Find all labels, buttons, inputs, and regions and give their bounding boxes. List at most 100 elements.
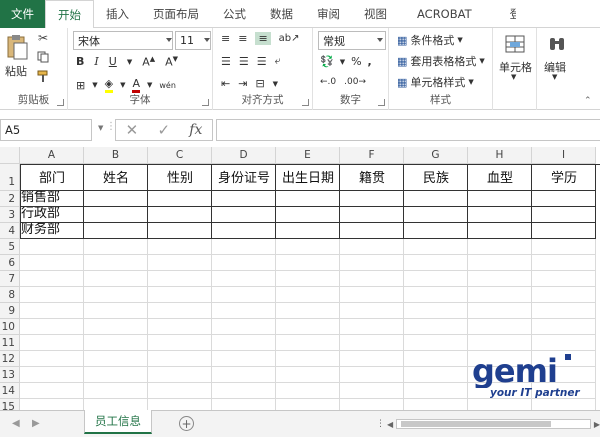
cell-d5[interactable] bbox=[212, 239, 276, 255]
cell-g12[interactable] bbox=[404, 351, 468, 367]
column-header-f[interactable]: F bbox=[340, 147, 404, 164]
chevron-down-icon[interactable]: ▼ bbox=[340, 58, 345, 66]
cell-f14[interactable] bbox=[340, 383, 404, 399]
tab-login[interactable]: 登 bbox=[496, 0, 516, 28]
cell-f8[interactable] bbox=[340, 287, 404, 303]
row-header-5[interactable]: 5 bbox=[0, 239, 20, 255]
wrap-text-icon[interactable]: ⤶ bbox=[275, 54, 281, 68]
cell-f4[interactable] bbox=[340, 223, 404, 239]
tab-file[interactable]: 文件 bbox=[0, 0, 45, 28]
cell-c1[interactable]: 性别 bbox=[148, 164, 212, 191]
cell-i6[interactable] bbox=[532, 255, 596, 271]
cell-h6[interactable] bbox=[468, 255, 532, 271]
align-top-icon[interactable]: ≡ bbox=[221, 32, 230, 45]
chevron-down-icon[interactable]: ▼ bbox=[92, 81, 97, 89]
scroll-thumb[interactable] bbox=[401, 421, 552, 427]
cell-e13[interactable] bbox=[276, 367, 340, 383]
merge-center-icon[interactable]: ⊟ bbox=[255, 77, 264, 90]
cell-a9[interactable] bbox=[20, 303, 84, 319]
cell-a13[interactable] bbox=[20, 367, 84, 383]
prev-sheet-icon[interactable]: ◀ bbox=[12, 418, 20, 429]
align-center-icon[interactable]: ☰ bbox=[239, 55, 249, 68]
cell-d15[interactable] bbox=[212, 399, 276, 410]
cell-c10[interactable] bbox=[148, 319, 212, 335]
row-header-10[interactable]: 10 bbox=[0, 319, 20, 335]
cell-c9[interactable] bbox=[148, 303, 212, 319]
chevron-down-icon[interactable]: ▼ bbox=[147, 81, 152, 89]
underline-icon[interactable]: U bbox=[109, 55, 117, 68]
cell-b11[interactable] bbox=[84, 335, 148, 351]
cell-b4[interactable] bbox=[84, 223, 148, 239]
align-bottom-icon[interactable]: ≡ bbox=[255, 32, 271, 45]
select-all-corner[interactable] bbox=[0, 147, 20, 164]
cell-b3[interactable] bbox=[84, 207, 148, 223]
cell-h4[interactable] bbox=[468, 223, 532, 239]
cell-g15[interactable] bbox=[404, 399, 468, 410]
cell-e8[interactable] bbox=[276, 287, 340, 303]
cell-h8[interactable] bbox=[468, 287, 532, 303]
sheet-tab-employee-info[interactable]: 员工信息 bbox=[84, 410, 152, 434]
tab-acrobat[interactable]: ACROBAT bbox=[399, 0, 496, 28]
fill-color-icon[interactable]: ◈ bbox=[104, 77, 114, 93]
chevron-down-icon[interactable]: ▼ bbox=[511, 73, 516, 81]
cell-styles-button[interactable]: ▦ 单元格样式 ▼ bbox=[397, 74, 474, 90]
cell-h1[interactable]: 血型 bbox=[468, 164, 532, 191]
cell-a1[interactable]: 部门 bbox=[20, 164, 84, 191]
cell-i7[interactable] bbox=[532, 271, 596, 287]
cell-f15[interactable] bbox=[340, 399, 404, 410]
cell-c6[interactable] bbox=[148, 255, 212, 271]
cell-c11[interactable] bbox=[148, 335, 212, 351]
cell-e14[interactable] bbox=[276, 383, 340, 399]
column-header-h[interactable]: H bbox=[468, 147, 532, 164]
chevron-down-icon[interactable]: ▼ bbox=[273, 80, 278, 88]
cell-a7[interactable] bbox=[20, 271, 84, 287]
row-header-7[interactable]: 7 bbox=[0, 271, 20, 287]
row-header-4[interactable]: 4 bbox=[0, 223, 20, 239]
row-header-13[interactable]: 13 bbox=[0, 367, 20, 383]
font-name-dropdown-icon[interactable] bbox=[166, 38, 172, 42]
orientation-icon[interactable]: ab↗ bbox=[279, 33, 300, 44]
cell-e4[interactable] bbox=[276, 223, 340, 239]
cell-a10[interactable] bbox=[20, 319, 84, 335]
cell-b12[interactable] bbox=[84, 351, 148, 367]
cell-i11[interactable] bbox=[532, 335, 596, 351]
cell-e5[interactable] bbox=[276, 239, 340, 255]
cell-i4[interactable] bbox=[532, 223, 596, 239]
next-sheet-icon[interactable]: ▶ bbox=[32, 418, 40, 429]
cell-h11[interactable] bbox=[468, 335, 532, 351]
tab-data[interactable]: 数据 bbox=[258, 0, 305, 28]
conditional-format-button[interactable]: ▦ 条件格式 ▼ bbox=[397, 32, 463, 48]
font-color-icon[interactable]: A bbox=[132, 77, 140, 93]
font-name-select[interactable]: 宋体 bbox=[73, 31, 173, 50]
percent-icon[interactable]: % bbox=[351, 55, 361, 68]
number-format-select[interactable]: 常规 bbox=[318, 31, 386, 50]
cell-a5[interactable] bbox=[20, 239, 84, 255]
cell-d10[interactable] bbox=[212, 319, 276, 335]
cell-g14[interactable] bbox=[404, 383, 468, 399]
row-header-2[interactable]: 2 bbox=[0, 191, 20, 207]
cell-b7[interactable] bbox=[84, 271, 148, 287]
cell-f7[interactable] bbox=[340, 271, 404, 287]
alignment-launcher-icon[interactable] bbox=[302, 99, 309, 106]
row-header-11[interactable]: 11 bbox=[0, 335, 20, 351]
comma-style-icon[interactable]: , bbox=[368, 55, 372, 68]
cell-h5[interactable] bbox=[468, 239, 532, 255]
cell-b14[interactable] bbox=[84, 383, 148, 399]
column-header-e[interactable]: E bbox=[276, 147, 340, 164]
column-header-c[interactable]: C bbox=[148, 147, 212, 164]
column-header-b[interactable]: B bbox=[84, 147, 148, 164]
horizontal-scrollbar[interactable]: ⋮ ◀ ▶ bbox=[376, 417, 600, 431]
cell-a2[interactable]: 销售部 bbox=[20, 191, 84, 207]
cell-g7[interactable] bbox=[404, 271, 468, 287]
cell-b5[interactable] bbox=[84, 239, 148, 255]
cell-c13[interactable] bbox=[148, 367, 212, 383]
cell-f10[interactable] bbox=[340, 319, 404, 335]
row-header-1[interactable]: 1 bbox=[0, 164, 20, 191]
copy-icon[interactable] bbox=[36, 50, 50, 64]
decrease-indent-icon[interactable]: ⇤ bbox=[221, 77, 230, 90]
row-header-14[interactable]: 14 bbox=[0, 383, 20, 399]
cell-f11[interactable] bbox=[340, 335, 404, 351]
italic-icon[interactable]: I bbox=[94, 55, 98, 68]
cell-i9[interactable] bbox=[532, 303, 596, 319]
confirm-icon[interactable]: ✓ bbox=[157, 121, 170, 139]
